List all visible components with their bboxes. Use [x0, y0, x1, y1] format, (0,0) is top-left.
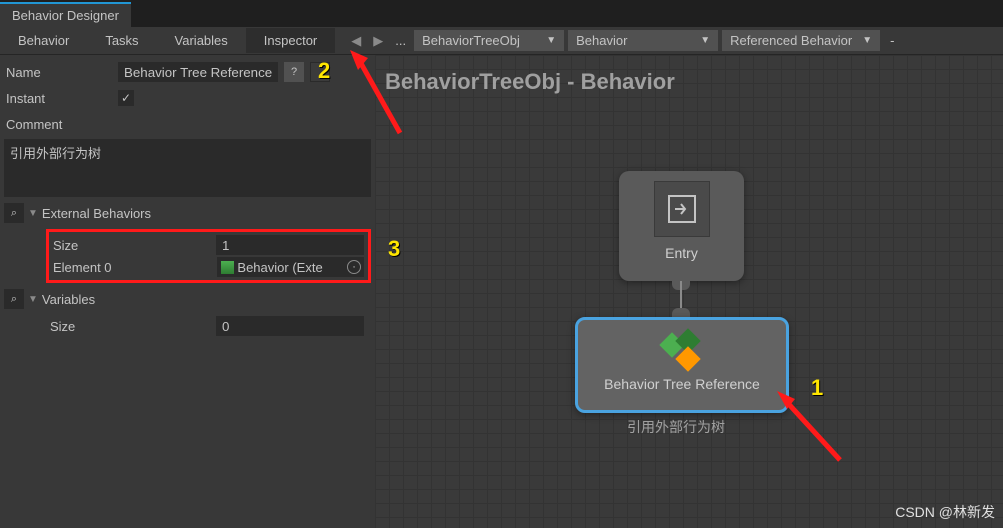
foldout-icon[interactable]: ▼ [28, 208, 38, 219]
entry-label: Entry [665, 245, 698, 261]
chevron-down-icon: ▼ [862, 35, 872, 46]
comment-field[interactable]: 引用外部行为树 [4, 139, 371, 197]
element0-field[interactable]: Behavior (Exte ◦ [217, 257, 364, 277]
external-size-field[interactable] [216, 235, 364, 255]
name-label: Name [4, 65, 112, 80]
search-icon[interactable]: ⌕ [4, 203, 24, 223]
watermark: CSDN @林新发 [895, 502, 995, 522]
highlight-box: Size Element 0 Behavior (Exte ◦ [46, 229, 371, 283]
reference-node[interactable]: Behavior Tree Reference [575, 317, 789, 413]
graph-canvas[interactable]: BehaviorTreeObj - Behavior Entry Behavio… [375, 55, 1003, 528]
annotation-2: 2 [318, 58, 330, 84]
toolbar: Behavior Tasks Variables Inspector ◀ ▶ .… [0, 27, 1003, 55]
referenced-dropdown[interactable]: Referenced Behavior▼ [722, 30, 880, 51]
name-field[interactable] [118, 62, 278, 82]
reference-icon [657, 330, 707, 376]
chevron-down-icon: ▼ [546, 35, 556, 46]
instant-label: Instant [4, 91, 112, 106]
variables-header: Variables [42, 292, 95, 307]
nav-prev-icon[interactable]: ◀ [347, 32, 365, 50]
foldout-icon[interactable]: ▼ [28, 294, 38, 305]
chevron-down-icon: ▼ [700, 35, 710, 46]
arrow-1 [775, 385, 845, 465]
instant-checkbox[interactable]: ✓ [118, 90, 134, 106]
behavior-asset-icon [221, 261, 234, 274]
window-tab[interactable]: Behavior Designer [0, 2, 131, 27]
tab-inspector[interactable]: Inspector [246, 28, 335, 53]
vars-size-field[interactable] [216, 316, 364, 336]
arrow-2 [350, 48, 410, 138]
help-icon[interactable]: ? [284, 62, 304, 82]
tab-behavior[interactable]: Behavior [0, 28, 87, 53]
canvas-title: BehaviorTreeObj - Behavior [385, 69, 675, 95]
inspector-panel: Name ? Instant ✓ Comment 引用外部行为树 ⌕ ▼ Ext… [0, 55, 375, 528]
element0-label: Element 0 [53, 260, 211, 275]
overflow-icon[interactable]: ... [391, 33, 410, 48]
reference-subtitle: 引用外部行为树 [627, 417, 725, 437]
object-picker-icon[interactable]: ◦ [347, 260, 361, 274]
remove-button[interactable]: - [884, 33, 900, 48]
annotation-3: 3 [388, 236, 400, 262]
search-icon[interactable]: ⌕ [4, 289, 24, 309]
behavior-dropdown[interactable]: Behavior▼ [568, 30, 718, 51]
entry-node[interactable]: Entry [619, 171, 744, 281]
nav-next-icon[interactable]: ▶ [369, 32, 387, 50]
comment-label: Comment [4, 117, 112, 132]
size-label: Size [53, 238, 210, 253]
reference-label: Behavior Tree Reference [604, 376, 760, 392]
tab-tasks[interactable]: Tasks [87, 28, 156, 53]
tab-variables[interactable]: Variables [157, 28, 246, 53]
vars-size-label: Size [50, 319, 210, 334]
external-header: External Behaviors [42, 206, 151, 221]
object-dropdown[interactable]: BehaviorTreeObj▼ [414, 30, 564, 51]
entry-icon [654, 181, 710, 237]
